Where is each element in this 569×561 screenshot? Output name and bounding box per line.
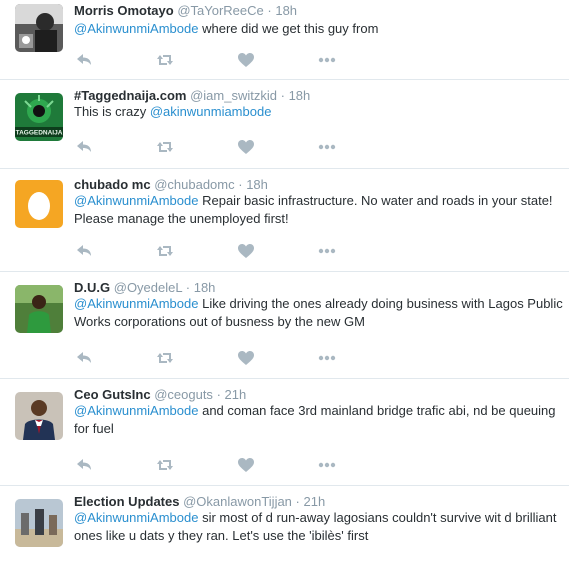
retweet-icon[interactable]: [155, 137, 175, 157]
display-name[interactable]: chubado mc: [74, 177, 151, 192]
separator-dot: ·: [216, 387, 221, 402]
tweet-text: @AkinwunmiAmbode where did we get this g…: [74, 20, 566, 38]
mention-link[interactable]: @AkinwunmiAmbode: [74, 193, 198, 208]
mention-link[interactable]: @AkinwunmiAmbode: [74, 296, 198, 311]
tweet[interactable]: Ceo GutsInc @ceoguts · 21h @AkinwunmiAmb…: [0, 380, 569, 486]
reply-icon[interactable]: [74, 348, 94, 368]
like-icon[interactable]: [236, 137, 256, 157]
like-icon[interactable]: [236, 455, 256, 475]
tweet-text: @AkinwunmiAmbode Repair basic infrastruc…: [74, 192, 566, 228]
separator-dot: ·: [295, 494, 300, 509]
tweet-text: @AkinwunmiAmbode and coman face 3rd main…: [74, 402, 566, 438]
tweet[interactable]: Election Updates @OkanlawonTijjan · 21h …: [0, 487, 569, 561]
avatar[interactable]: [15, 180, 63, 228]
reply-icon[interactable]: [74, 241, 94, 261]
tweet-text: @AkinwunmiAmbode sir most of d run-away …: [74, 509, 566, 545]
tweet-text: This is crazy @akinwunmiambode: [74, 103, 566, 121]
mention-link[interactable]: @AkinwunmiAmbode: [74, 21, 198, 36]
tweet[interactable]: chubado mc @chubadomc · 18h @AkinwunmiAm…: [0, 170, 569, 272]
like-icon[interactable]: [236, 348, 256, 368]
handle[interactable]: @ceoguts: [154, 387, 213, 402]
display-name[interactable]: Ceo GutsInc: [74, 387, 151, 402]
retweet-icon[interactable]: [155, 455, 175, 475]
more-icon[interactable]: [317, 455, 337, 475]
avatar[interactable]: TAGGEDNAIJA: [15, 93, 63, 141]
handle[interactable]: @OkanlawonTijjan: [183, 494, 292, 509]
default-egg-avatar: [15, 180, 63, 228]
tweet-body: where did we get this guy from: [198, 21, 379, 36]
tweet-text: @AkinwunmiAmbode Like driving the ones a…: [74, 295, 566, 331]
tweet[interactable]: D.U.G @OyedeleL · 18h @AkinwunmiAmbode L…: [0, 273, 569, 379]
timestamp[interactable]: 18h: [275, 3, 297, 18]
tweet-header: Morris Omotayo @TaYorReeCe · 18h: [74, 2, 297, 20]
mention-link[interactable]: @AkinwunmiAmbode: [74, 403, 198, 418]
retweet-icon[interactable]: [155, 348, 175, 368]
tweet-actions: [74, 348, 337, 368]
tweet[interactable]: TAGGEDNAIJA #Taggednaija.com @iam_switzk…: [0, 81, 569, 169]
more-icon[interactable]: [317, 137, 337, 157]
mention-link[interactable]: @AkinwunmiAmbode: [74, 510, 198, 525]
separator-dot: ·: [280, 88, 285, 103]
more-icon[interactable]: [317, 348, 337, 368]
separator-dot: ·: [267, 3, 272, 18]
handle[interactable]: @iam_switzkid: [190, 88, 277, 103]
timestamp[interactable]: 18h: [246, 177, 268, 192]
tweet[interactable]: Morris Omotayo @TaYorReeCe · 18h @Akinwu…: [0, 0, 569, 80]
display-name[interactable]: D.U.G: [74, 280, 110, 295]
avatar[interactable]: [15, 499, 63, 547]
tweet-actions: [74, 455, 337, 475]
reply-icon[interactable]: [74, 50, 94, 70]
timestamp[interactable]: 21h: [304, 494, 326, 509]
timestamp[interactable]: 18h: [194, 280, 216, 295]
like-icon[interactable]: [236, 50, 256, 70]
tweet-actions: [74, 50, 337, 70]
separator-dot: ·: [238, 177, 243, 192]
display-name[interactable]: Morris Omotayo: [74, 3, 174, 18]
display-name[interactable]: Election Updates: [74, 494, 179, 509]
tweet-body: This is crazy: [74, 104, 150, 119]
reply-icon[interactable]: [74, 137, 94, 157]
retweet-icon[interactable]: [155, 50, 175, 70]
tweet-actions: [74, 137, 337, 157]
handle[interactable]: @TaYorReeCe: [177, 3, 263, 18]
reply-icon[interactable]: [74, 455, 94, 475]
timestamp[interactable]: 21h: [225, 387, 247, 402]
more-icon[interactable]: [317, 241, 337, 261]
avatar[interactable]: [15, 285, 63, 333]
tweet-actions: [74, 241, 337, 261]
separator-dot: ·: [185, 280, 191, 295]
avatar[interactable]: [15, 4, 63, 52]
handle[interactable]: @OyedeleL: [114, 280, 182, 295]
retweet-icon[interactable]: [155, 241, 175, 261]
display-name[interactable]: #Taggednaija.com: [74, 88, 186, 103]
like-icon[interactable]: [236, 241, 256, 261]
avatar[interactable]: [15, 392, 63, 440]
more-icon[interactable]: [317, 50, 337, 70]
logo-text: TAGGEDNAIJA: [16, 130, 63, 137]
timestamp[interactable]: 18h: [289, 88, 311, 103]
handle[interactable]: @chubadomc: [154, 177, 234, 192]
mention-link[interactable]: @akinwunmiambode: [150, 104, 272, 119]
